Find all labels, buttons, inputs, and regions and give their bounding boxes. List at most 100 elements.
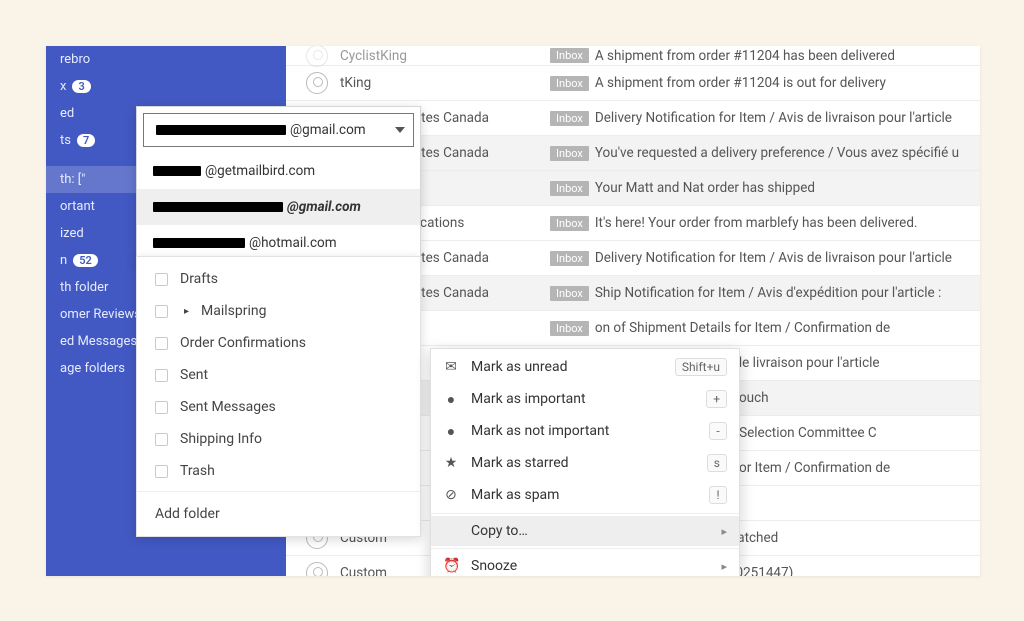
inbox-tag: Inbox	[550, 76, 589, 91]
account-option-suffix: @gmail.com	[287, 199, 361, 215]
subject-label: Delivery Notification for Item / Avis de…	[595, 110, 980, 126]
inbox-tag: Inbox	[550, 111, 589, 126]
account-option[interactable]: @gmail.com	[137, 189, 420, 225]
redacted-text	[153, 166, 201, 176]
folder-label: Order Confirmations	[180, 335, 306, 351]
redacted-text	[153, 202, 283, 212]
context-menu-item[interactable]: Copy to… ▸	[431, 516, 739, 546]
count-badge: 3	[72, 80, 90, 93]
inbox-tag: Inbox	[550, 181, 589, 196]
context-menu-item[interactable]: ★ Mark as starred s	[431, 447, 739, 479]
checkbox-icon	[155, 433, 168, 446]
folder-item[interactable]: Order Confirmations	[137, 327, 420, 359]
folder-item[interactable]: Sent Messages	[137, 391, 420, 423]
sidebar-item-label: ized	[60, 226, 84, 241]
folder-item[interactable]: ▸ Mailspring	[137, 295, 420, 327]
folder-label: Shipping Info	[180, 431, 262, 447]
checkbox-icon	[155, 337, 168, 350]
message-row[interactable]: tKingInbox A shipment from order #11204 i…	[286, 66, 980, 101]
keyboard-shortcut: Shift+u	[675, 358, 727, 376]
menu-icon: ⊘	[443, 487, 459, 503]
context-menu-item[interactable]: ⊘ Mark as spam!	[431, 479, 739, 511]
add-folder-button[interactable]: Add folder	[137, 491, 420, 536]
menu-icon: ●	[443, 391, 459, 408]
checkbox-icon	[155, 369, 168, 382]
sender-label: tKing	[340, 75, 550, 91]
folder-label: Mailspring	[201, 303, 266, 319]
avatar-icon	[306, 72, 328, 94]
inbox-tag: Inbox	[550, 48, 589, 63]
count-badge: 7	[77, 134, 95, 147]
keyboard-shortcut: -	[709, 422, 727, 440]
sidebar-item-label: rebro	[60, 52, 90, 67]
inbox-tag: Inbox	[550, 146, 589, 161]
context-menu-item[interactable]: ⏰Snooze▸	[431, 551, 739, 576]
avatar-icon	[306, 46, 328, 67]
checkbox-icon	[155, 401, 168, 414]
folder-label: Sent Messages	[180, 399, 276, 415]
context-menu-item[interactable]: ●Mark as not important-	[431, 415, 739, 447]
menu-icon: ★	[443, 455, 459, 471]
inbox-tag: Inbox	[550, 216, 589, 231]
folder-label: Drafts	[180, 271, 218, 287]
menu-label: Mark as spam	[471, 487, 697, 503]
context-menu-item[interactable]: ✉ Mark as unread Shift+u	[431, 351, 739, 383]
subject-label: A shipment from order #11204 has been de…	[595, 48, 980, 64]
menu-label: Mark as important	[471, 391, 694, 407]
subject-label: You've requested a delivery preference /…	[595, 145, 980, 161]
keyboard-shortcut: +	[706, 390, 727, 408]
menu-label: Mark as unread	[471, 359, 663, 375]
sidebar-item-label: th: ["	[60, 172, 85, 187]
account-option[interactable]: @getmailbird.com	[137, 153, 420, 189]
account-select[interactable]: @gmail.com	[143, 113, 414, 147]
sidebar-item[interactable]: x3	[46, 73, 286, 100]
avatar-icon	[306, 562, 328, 576]
redacted-text	[153, 238, 245, 248]
folder-label: Trash	[180, 463, 215, 479]
sender-label: CyclistKing	[340, 48, 550, 64]
keyboard-shortcut: !	[709, 486, 727, 504]
count-badge: 52	[73, 254, 98, 267]
sidebar-item-label: ortant	[60, 199, 95, 214]
sidebar-item-label: ts	[60, 133, 71, 148]
checkbox-icon	[155, 273, 168, 286]
subject-label: A shipment from order #11204 is out for …	[595, 75, 980, 91]
keyboard-shortcut: s	[707, 454, 727, 472]
sidebar-item-label: ed	[60, 106, 74, 121]
sidebar-item-label: x	[60, 79, 66, 94]
folder-label: Sent	[180, 367, 208, 383]
inbox-tag: Inbox	[550, 251, 589, 266]
folder-item[interactable]: Drafts	[137, 263, 420, 295]
email-client-window: rebro x3 ed ts 7 th: [" ortant ized n 52 th folder…	[46, 46, 980, 576]
subject-label: Delivery Notification for Item / Avis de…	[595, 250, 980, 266]
message-row[interactable]: CyclistKingInbox A shipment from order #1…	[286, 46, 980, 66]
folder-item[interactable]: Shipping Info	[137, 423, 420, 455]
folder-item[interactable]: Trash	[137, 455, 420, 487]
sidebar-item-label: th folder	[60, 280, 108, 295]
menu-icon: ✉	[443, 359, 459, 375]
redacted-text	[156, 125, 286, 135]
chevron-down-icon	[395, 127, 405, 133]
sidebar-item-label: age folders	[60, 361, 125, 376]
message-context-menu: ✉ Mark as unread Shift+u ● Mark as important…	[430, 348, 740, 576]
chevron-right-icon: ▸	[721, 525, 727, 538]
chevron-right-icon: ▸	[184, 306, 189, 317]
menu-icon: ⏰	[443, 558, 459, 574]
subject-label: Your Matt and Nat order has shipped	[595, 180, 980, 196]
inbox-tag: Inbox	[550, 286, 589, 301]
sidebar-item-label: n	[60, 253, 67, 268]
menu-label: Mark as starred	[471, 455, 695, 471]
subject-label: It's here! Your order from marblefy has …	[595, 215, 980, 231]
account-select-suffix: @gmail.com	[290, 122, 366, 138]
sidebar-item-label: ed Messages	[60, 334, 137, 349]
account-switcher-panel: @gmail.com @getmailbird.com@gmail.com@ho…	[136, 106, 421, 262]
folder-picker-panel: Drafts ▸ Mailspring Order Confirmations Sent…	[136, 256, 421, 537]
menu-label: Copy to…	[471, 523, 709, 539]
context-menu-item[interactable]: ● Mark as important +	[431, 383, 739, 415]
chevron-right-icon: ▸	[721, 560, 727, 573]
inbox-tag: Inbox	[550, 321, 589, 336]
checkbox-icon	[155, 305, 168, 318]
subject-label: on of Shipment Details for Item / Confir…	[595, 320, 980, 336]
sidebar-item[interactable]: rebro	[46, 46, 286, 73]
folder-item[interactable]: Sent	[137, 359, 420, 391]
